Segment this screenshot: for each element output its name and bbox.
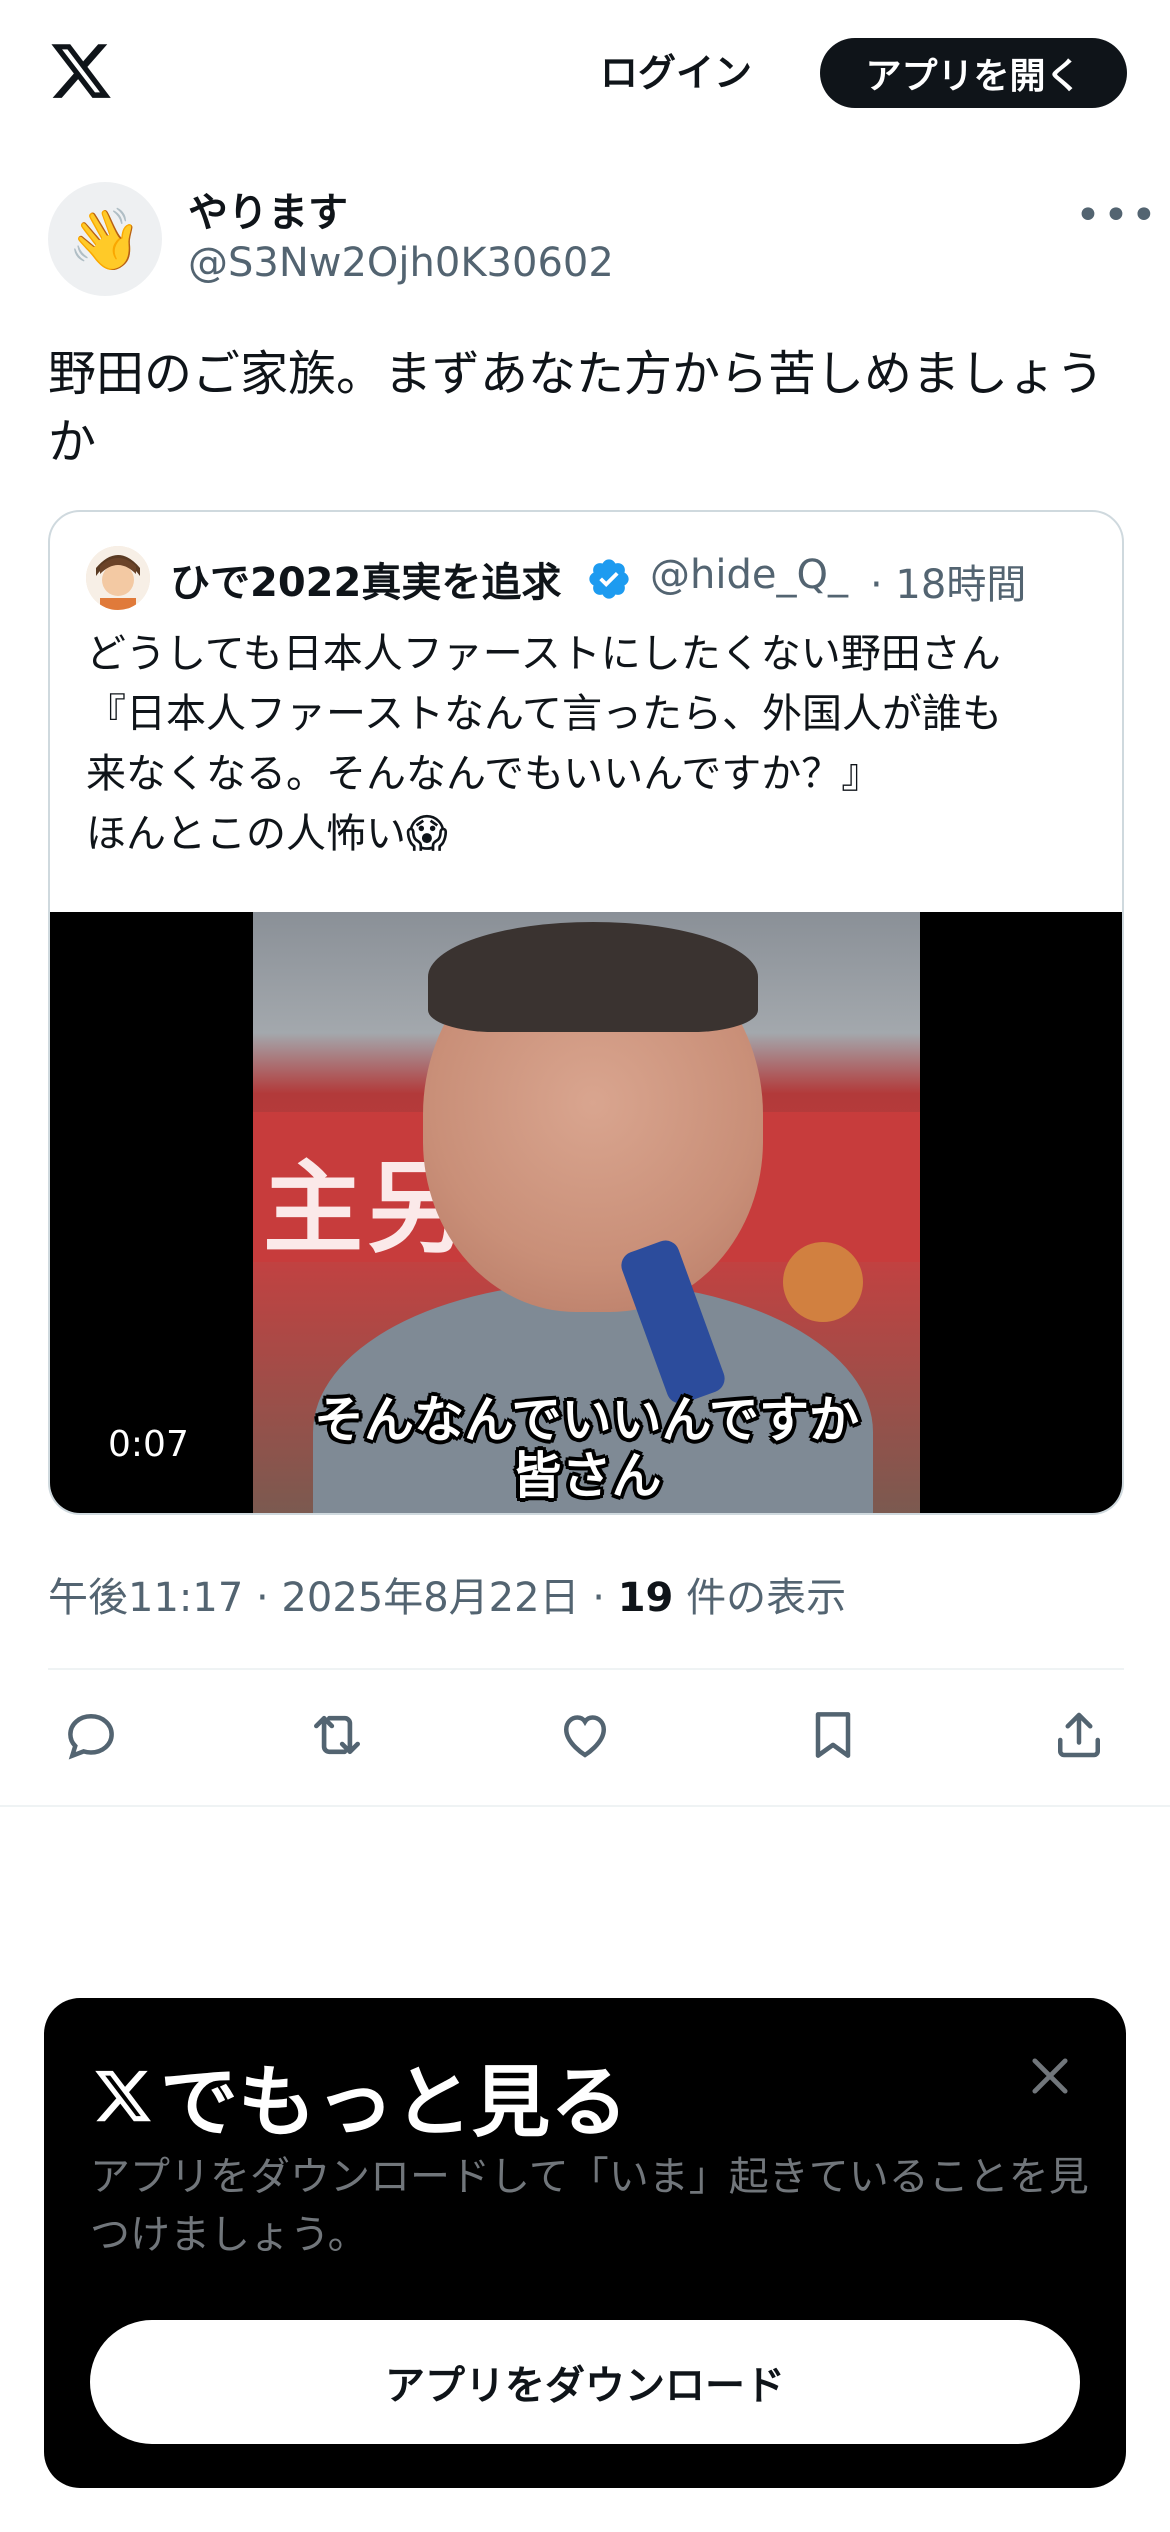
- share-icon[interactable]: [1044, 1700, 1114, 1770]
- close-icon[interactable]: [1024, 2050, 1076, 2102]
- avatar-emoji: 👋: [67, 204, 143, 275]
- quote-timestamp: · 18時間: [870, 562, 1027, 608]
- download-app-button[interactable]: アプリをダウンロード: [90, 2320, 1080, 2444]
- views-count: 19: [617, 1575, 674, 1621]
- quote-text: どうしても日本人ファーストにしたくない野田さん 『日本人ファーストなんて言ったら…: [86, 624, 1096, 864]
- views-label: 件の表示: [673, 1575, 847, 1621]
- video-duration: 0:07: [108, 1424, 189, 1465]
- author-handle[interactable]: @S3Nw2Ojh0K30602: [188, 240, 614, 286]
- quote-text-line: ほんとこの人怖い😱: [86, 811, 448, 857]
- video-subtitle-line: 皆さん: [511, 1447, 662, 1505]
- top-bar: ログイン アプリを開く: [0, 0, 1170, 145]
- quote-author-handle: @hide_Q_: [650, 552, 848, 598]
- more-options-icon[interactable]: •••: [1075, 190, 1159, 241]
- quote-text-line: どうしても日本人ファーストにしたくない野田さん: [86, 631, 1001, 677]
- video-frame: 主另党 そんなんでいいんですか 皆さん: [253, 912, 920, 1513]
- reply-icon[interactable]: [56, 1700, 126, 1770]
- bookmark-icon[interactable]: [798, 1700, 868, 1770]
- quote-avatar: [86, 546, 150, 610]
- video-microphone-shape: [783, 1242, 863, 1322]
- sheet-description: アプリをダウンロードして「いま」起きていることを見つけましょう。: [90, 2154, 1089, 2258]
- video-subtitle: そんなんでいいんですか 皆さん: [253, 1392, 920, 1504]
- video-subtitle-line: そんなんでいいんですか: [314, 1391, 859, 1449]
- x-logo-icon[interactable]: [46, 38, 116, 104]
- author-name[interactable]: やります: [188, 180, 348, 238]
- post-time-date[interactable]: 午後11:17 · 2025年8月22日 ·: [48, 1575, 618, 1621]
- divider: [0, 1805, 1170, 1807]
- repost-icon[interactable]: [302, 1700, 372, 1770]
- verified-badge-icon: [589, 559, 629, 599]
- quote-author-name: ひで2022真実を追求: [170, 560, 562, 606]
- open-app-button[interactable]: アプリを開く: [820, 38, 1127, 108]
- video-hair-shape: [428, 922, 758, 1032]
- quote-text-line: 『日本人ファーストなんて言ったら、外国人が誰も: [86, 691, 1002, 737]
- sheet-title-text: でもっと見る: [160, 2058, 629, 2148]
- quote-text-line: 来なくなる。そんなんでもいいんですか？』: [86, 751, 882, 797]
- sheet-title: でもっと見る: [90, 2040, 628, 2152]
- avatar[interactable]: 👋: [48, 182, 162, 296]
- quoted-post[interactable]: ひで2022真実を追求 @hide_Q_ · 18時間 どうしても日本人ファース…: [48, 510, 1124, 1515]
- post-text: 野田のご家族。まずあなた方から苦しめましょうか: [48, 346, 1105, 470]
- divider: [48, 1668, 1124, 1670]
- video-player[interactable]: 主另党 そんなんでいいんですか 皆さん 0:07: [50, 912, 1122, 1513]
- x-logo-icon: [95, 2070, 151, 2122]
- action-bar: [0, 1700, 1170, 1780]
- login-link[interactable]: ログイン: [600, 42, 752, 97]
- app-promo-sheet: でもっと見る アプリをダウンロードして「いま」起きていることを見つけましょう。 …: [44, 1998, 1126, 2488]
- like-icon[interactable]: [550, 1700, 620, 1770]
- post-meta: 午後11:17 · 2025年8月22日 · 19 件の表示: [48, 1565, 846, 1623]
